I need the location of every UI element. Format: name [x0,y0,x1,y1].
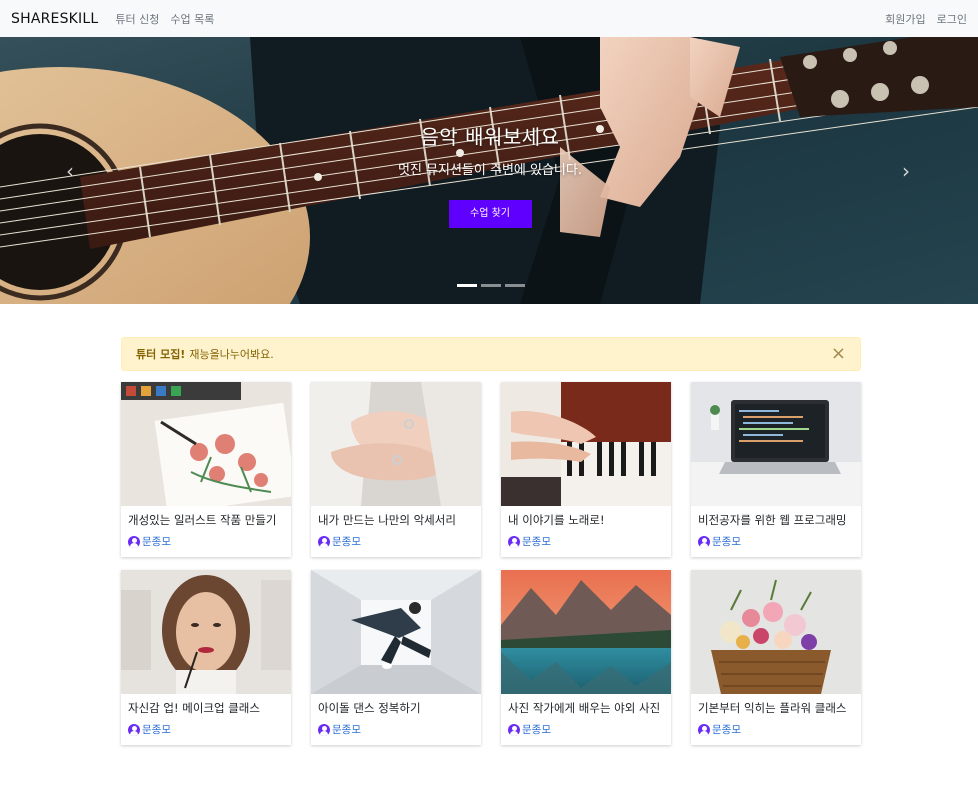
course-tutor[interactable]: 문종모 [318,534,474,549]
carousel-indicator-3[interactable] [505,284,525,287]
course-tutor[interactable]: 문종모 [698,534,854,549]
course-title: 아이돌 댄스 정복하기 [318,701,421,715]
course-tutor[interactable]: 문종모 [508,534,664,549]
tutor-name: 문종모 [142,536,171,548]
hero-title: 음악 배워보세요 [420,125,560,149]
course-card[interactable]: 내 이야기를 노래로! 문종모 [501,382,671,557]
course-thumbnail-makeup [121,570,291,694]
nav-link-tutor-apply[interactable]: 튜터 신청 [115,11,159,27]
tutor-name: 문종모 [712,536,741,548]
course-card[interactable]: 기본부터 익히는 플라워 클래스 문종모 [691,570,861,745]
user-avatar-icon [128,723,140,736]
tutor-name: 문종모 [332,724,361,736]
course-tutor[interactable]: 문종모 [128,722,284,737]
course-thumbnail-dancer [311,570,481,694]
tutor-name: 문종모 [522,536,551,548]
carousel-indicator-2[interactable] [481,284,501,287]
course-title: 내가 만드는 나만의 악세서리 [318,513,456,527]
tutor-name: 문종모 [522,724,551,736]
carousel-indicator-1[interactable] [457,284,477,287]
tutor-name: 문종모 [712,724,741,736]
tutor-name: 문종모 [142,724,171,736]
course-thumbnail-mountain [501,570,671,694]
user-avatar-icon [318,723,330,736]
course-thumbnail-laptop [691,382,861,506]
user-avatar-icon [128,535,140,548]
course-card[interactable]: 사진 작가에게 배우는 야외 사진 문종모 [501,570,671,745]
course-title: 자신감 업! 메이크업 클래스 [128,701,260,715]
user-avatar-icon [698,535,710,548]
find-class-button[interactable]: 수업 찾기 [448,200,532,228]
course-card[interactable]: 내가 만드는 나만의 악세서리 문종모 [311,382,481,557]
course-title: 기본부터 익히는 플라워 클래스 [698,701,847,715]
course-thumbnail-watercolor [121,382,291,506]
user-avatar-icon [318,535,330,548]
alert-text: 재능을나누어봐요. [189,348,274,361]
carousel-indicators [457,284,525,287]
carousel-prev-button[interactable]: ‹ [60,159,80,183]
hero-carousel: 음악 배워보세요 멋진 뮤지션들이 주변에 있습니다. 수업 찾기 ‹ › [0,37,978,304]
user-avatar-icon [508,723,520,736]
course-card[interactable]: 자신감 업! 메이크업 클래스 문종모 [121,570,291,745]
nav-link-signup[interactable]: 회원가입 [885,11,925,27]
nav-left-links: 튜터 신청 수업 목록 [115,11,214,27]
carousel-next-button[interactable]: › [896,159,916,183]
alert-strong-text: 튜터 모집! [136,348,186,361]
course-title: 사진 작가에게 배우는 야외 사진 [508,701,661,715]
course-title: 비전공자를 위한 웹 프로그래밍 [698,513,847,527]
nav-link-class-list[interactable]: 수업 목록 [170,11,214,27]
nav-link-login[interactable]: 로그인 [937,11,967,27]
nav-right-links: 회원가입 로그인 [885,11,967,27]
user-avatar-icon [508,535,520,548]
chevron-left-icon: ‹ [66,159,74,183]
course-thumbnail-rings [311,382,481,506]
course-thumbnail-piano [501,382,671,506]
hero-caption: 음악 배워보세요 멋진 뮤지션들이 주변에 있습니다. 수업 찾기 [340,121,640,228]
top-navbar: SHARESKILL 튜터 신청 수업 목록 회원가입 로그인 [0,0,978,37]
course-tutor[interactable]: 문종모 [318,722,474,737]
hero-subtitle: 멋진 뮤지션들이 주변에 있습니다. [398,163,582,178]
course-tutor[interactable]: 문종모 [508,722,664,737]
course-tutor[interactable]: 문종모 [128,534,284,549]
user-avatar-icon [698,723,710,736]
close-icon[interactable]: × [831,345,846,363]
course-card[interactable]: 비전공자를 위한 웹 프로그래밍 문종모 [691,382,861,557]
course-tutor[interactable]: 문종모 [698,722,854,737]
course-title: 내 이야기를 노래로! [508,513,605,527]
course-card[interactable]: 아이돌 댄스 정복하기 문종모 [311,570,481,745]
course-title: 개성있는 일러스트 작품 만들기 [128,513,277,527]
tutor-name: 문종모 [332,536,361,548]
course-card[interactable]: 개성있는 일러스트 작품 만들기 문종모 [121,382,291,557]
chevron-right-icon: › [902,159,910,183]
tutor-recruit-alert: 튜터 모집! 재능을나누어봐요. × [121,337,861,371]
course-thumbnail-flowers [691,570,861,694]
brand-logo[interactable]: SHARESKILL [11,11,98,27]
